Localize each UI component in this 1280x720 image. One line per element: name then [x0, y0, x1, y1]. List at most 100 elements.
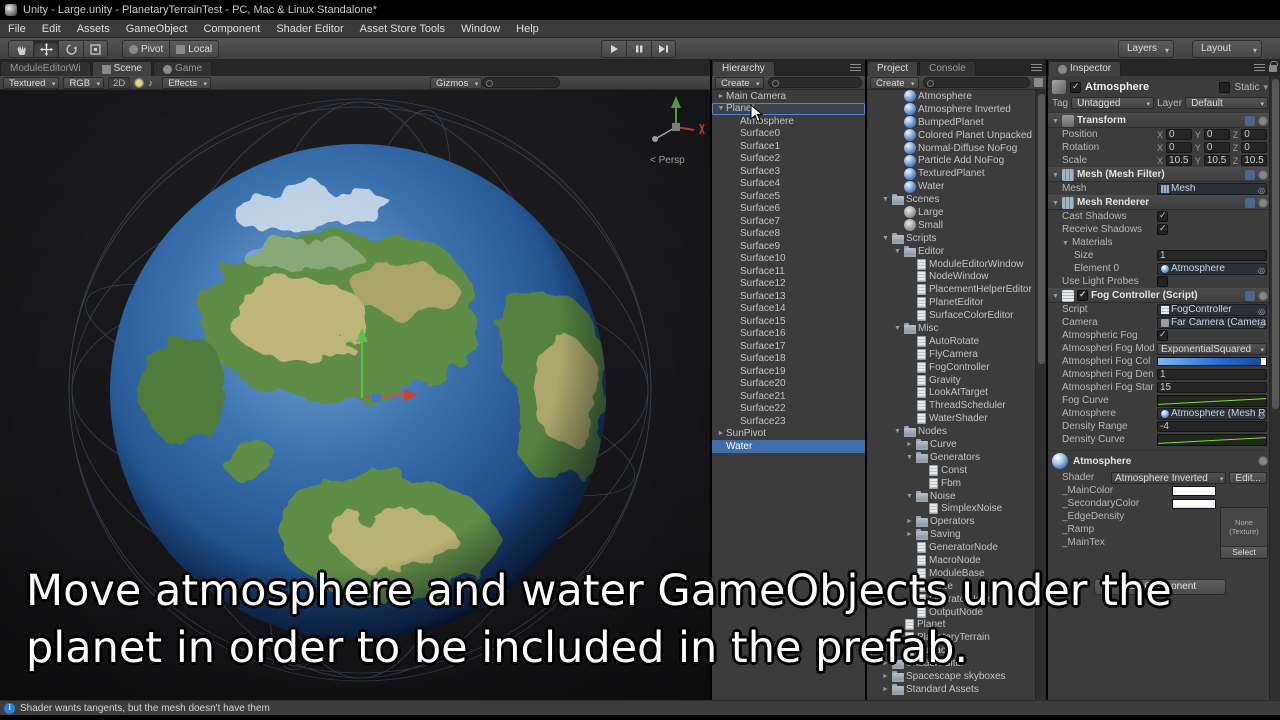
material-header[interactable]: Atmosphere	[1048, 451, 1272, 471]
fog-color-field[interactable]	[1157, 357, 1267, 366]
hierarchy-row[interactable]: Surface2	[712, 153, 865, 166]
tab-hierarchy[interactable]: Hierarchy	[712, 61, 775, 76]
scale-tool-button[interactable]	[83, 40, 108, 58]
project-row[interactable]: ► Curve	[867, 438, 1035, 451]
project-row[interactable]: FlyCamera	[867, 348, 1035, 361]
2d-toggle[interactable]: 2D	[108, 76, 131, 89]
foldout-arrow-icon[interactable]: ▼	[716, 105, 726, 112]
foldout-arrow-icon[interactable]: ►	[905, 531, 914, 538]
scene-lighting-icon[interactable]	[134, 77, 145, 88]
project-row[interactable]: SurfaceColorEditor	[867, 309, 1035, 322]
project-row[interactable]: ▼ Editor	[867, 245, 1035, 258]
play-button[interactable]	[601, 40, 626, 58]
project-row[interactable]: BumpedPlanet	[867, 116, 1035, 129]
scene-audio-icon[interactable]	[148, 78, 158, 88]
fog-controller-header[interactable]: Fog Controller (Script)	[1048, 288, 1272, 303]
menu-item[interactable]: Help	[508, 20, 547, 38]
hierarchy-row[interactable]: ► Main Camera	[712, 90, 865, 103]
hierarchy-search-input[interactable]	[767, 77, 862, 88]
hierarchy-row[interactable]: Atmosphere	[712, 115, 865, 128]
pivot-toggle-button[interactable]: Pivot	[122, 40, 170, 58]
gizmos-dropdown[interactable]: Gizmos	[430, 76, 483, 90]
menu-item[interactable]: Edit	[34, 20, 69, 38]
project-row[interactable]: Fbm	[867, 477, 1035, 490]
project-row[interactable]: Gravity	[867, 374, 1035, 387]
menu-item[interactable]: GameObject	[118, 20, 196, 38]
shader-dropdown[interactable]: Atmosphere Inverted	[1111, 471, 1227, 484]
hierarchy-row[interactable]: Surface12	[712, 278, 865, 291]
hierarchy-row[interactable]: Surface13	[712, 290, 865, 303]
gear-icon[interactable]	[1258, 290, 1268, 301]
project-row[interactable]: ▼ Scenes	[867, 193, 1035, 206]
density-curve-field[interactable]	[1157, 433, 1267, 446]
foldout-arrow-icon[interactable]: ►	[716, 93, 726, 100]
layout-dropdown[interactable]: Layout	[1192, 40, 1262, 59]
layers-dropdown[interactable]: Layers	[1118, 40, 1175, 59]
project-row[interactable]: SimplexNoise	[867, 503, 1035, 516]
project-row[interactable]: Atmosphere	[867, 90, 1035, 103]
active-checkbox[interactable]	[1070, 81, 1081, 93]
receive-shadows-checkbox[interactable]	[1157, 223, 1168, 235]
layer-dropdown[interactable]: Default	[1185, 97, 1269, 110]
tag-dropdown[interactable]: Untagged	[1071, 97, 1155, 110]
y-field[interactable]: 10.5	[1203, 155, 1230, 166]
help-icon[interactable]	[1245, 197, 1255, 208]
menu-item[interactable]: Asset Store Tools	[352, 20, 453, 38]
foldout-arrow-icon[interactable]: ▼	[881, 235, 890, 242]
hierarchy-row[interactable]: Surface5	[712, 190, 865, 203]
foldout-arrow-icon[interactable]: ▼	[905, 493, 914, 500]
local-toggle-button[interactable]: Local	[169, 40, 220, 58]
step-button[interactable]	[651, 40, 676, 58]
foldout-arrow-icon[interactable]: ▼	[881, 196, 890, 203]
project-row[interactable]: ► Operators	[867, 515, 1035, 528]
hierarchy-row[interactable]: ► SunPivot	[712, 428, 865, 441]
foldout-arrow-icon[interactable]: ►	[881, 686, 890, 693]
atmospheric-fog-checkbox[interactable]	[1157, 329, 1168, 341]
project-row[interactable]: TexturedPlanet	[867, 167, 1035, 180]
texture-select-button[interactable]: Select	[1221, 546, 1267, 558]
menu-item[interactable]: Assets	[69, 20, 118, 38]
project-row[interactable]: ▼ Nodes	[867, 425, 1035, 438]
hierarchy-row[interactable]: Surface18	[712, 353, 865, 366]
project-row[interactable]: ▼ Generators	[867, 451, 1035, 464]
project-row[interactable]: ► Saving	[867, 528, 1035, 541]
project-row[interactable]: ▼ Scripts	[867, 232, 1035, 245]
project-row[interactable]: ▼ Noise	[867, 490, 1035, 503]
project-filter-icon[interactable]	[1034, 78, 1043, 87]
menu-item[interactable]: Component	[195, 20, 268, 38]
y-field[interactable]: 0	[1203, 129, 1230, 140]
hierarchy-row[interactable]: Surface3	[712, 165, 865, 178]
hierarchy-row[interactable]: Surface17	[712, 340, 865, 353]
pause-button[interactable]	[626, 40, 651, 58]
effects-dropdown[interactable]: Effects	[162, 76, 212, 90]
project-row[interactable]: AutoRotate	[867, 335, 1035, 348]
z-field[interactable]: 10.5	[1241, 155, 1268, 166]
x-field[interactable]: 0	[1166, 129, 1192, 140]
move-tool-button[interactable]	[33, 40, 58, 58]
static-checkbox[interactable]	[1219, 81, 1231, 93]
hierarchy-row[interactable]: Surface4	[712, 178, 865, 191]
hierarchy-row[interactable]: Surface11	[712, 265, 865, 278]
foldout-arrow-icon[interactable]: ▼	[893, 428, 902, 435]
hierarchy-row[interactable]: Surface1	[712, 140, 865, 153]
x-field[interactable]: 0	[1166, 142, 1192, 153]
hierarchy-row[interactable]: Surface8	[712, 228, 865, 241]
fog-density-field[interactable]: 1	[1157, 369, 1267, 380]
tab-scene[interactable]: Scene	[91, 61, 152, 76]
z-field[interactable]: 0	[1241, 129, 1268, 140]
project-row[interactable]: FogController	[867, 361, 1035, 374]
foldout-arrow-icon[interactable]	[1052, 197, 1059, 208]
foldout-arrow-icon[interactable]	[1052, 169, 1059, 180]
tab-module-editor[interactable]: ModuleEditorWi	[0, 61, 91, 76]
hierarchy-row[interactable]: Surface15	[712, 315, 865, 328]
fog-start-field[interactable]: 15	[1157, 382, 1267, 393]
fog-mode-dropdown[interactable]: ExponentialSquared	[1157, 342, 1267, 355]
materials-foldout-row[interactable]: Materials	[1048, 236, 1272, 249]
hierarchy-row[interactable]: Surface0	[712, 128, 865, 141]
foldout-arrow-icon[interactable]: ▼	[893, 325, 902, 332]
help-icon[interactable]	[1245, 169, 1255, 180]
help-icon[interactable]	[1245, 290, 1255, 301]
render-channels-dropdown[interactable]: RGB	[63, 76, 105, 90]
foldout-arrow-icon[interactable]: ►	[716, 430, 726, 437]
project-row[interactable]: Const	[867, 464, 1035, 477]
